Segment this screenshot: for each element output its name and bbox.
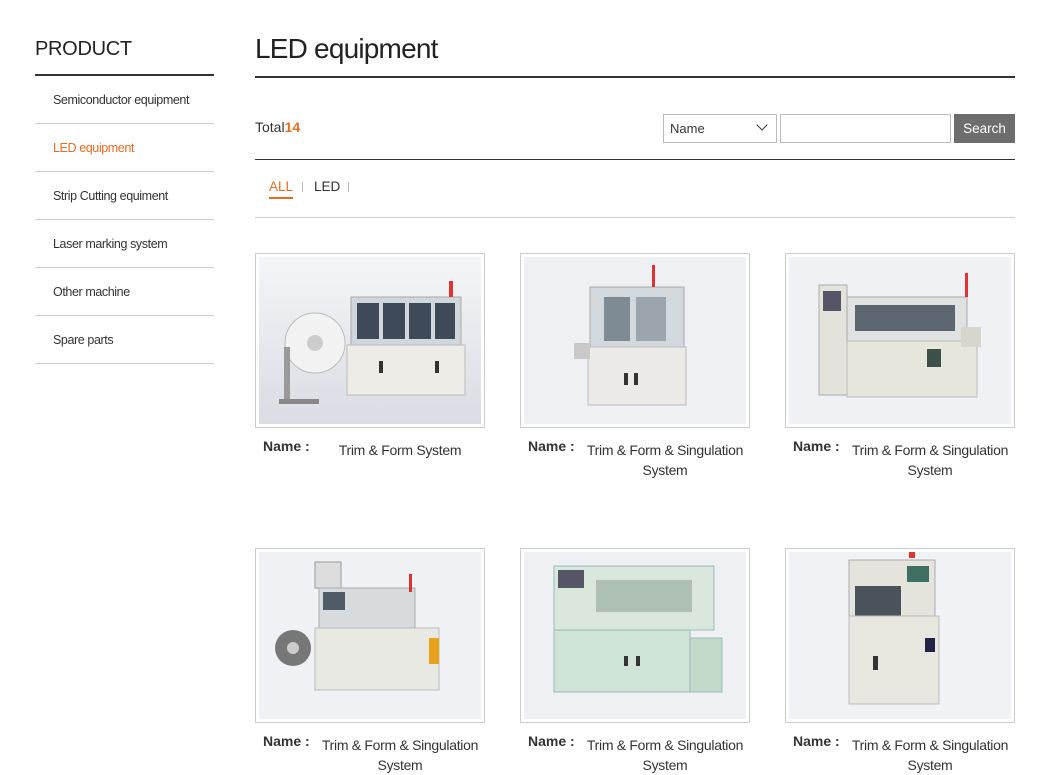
sidebar-item-other-machine[interactable]: Other machine (35, 268, 214, 316)
machine-photo (524, 257, 746, 424)
sidebar-item-spare-parts[interactable]: Spare parts (35, 316, 214, 364)
search-button[interactable]: Search (954, 114, 1015, 143)
machine-photo (524, 552, 746, 719)
product-name-label: Name : (528, 438, 575, 454)
product-caption: Name : Trim & Form & Singulation System (520, 733, 750, 773)
machine-photo (259, 257, 481, 424)
product-image[interactable] (255, 253, 485, 428)
product-image[interactable] (255, 548, 485, 723)
chevron-down-icon (756, 119, 768, 131)
machine-photo (259, 552, 481, 719)
sidebar: PRODUCT Semiconductor equipment LED equi… (35, 36, 214, 364)
tab-divider (348, 182, 349, 192)
product-name[interactable]: Trim & Form & Singulation System (845, 735, 1015, 775)
product-image[interactable] (520, 548, 750, 723)
list-toolbar: Total14 Name Search (255, 78, 1015, 160)
sidebar-item-led-equipment[interactable]: LED equipment (35, 124, 214, 172)
product-name-label: Name : (263, 438, 310, 454)
product-name[interactable]: Trim & Form & Singulation System (315, 735, 485, 775)
product-caption: Name : Trim & Form & Singulation System (785, 438, 1015, 478)
product-card[interactable]: Name : Trim & Form System (255, 253, 485, 478)
sidebar-item-strip-cutting-equipment[interactable]: Strip Cutting equiment (35, 172, 214, 220)
product-caption: Name : Trim & Form & Singulation System (520, 438, 750, 478)
category-tabs: ALL LED (255, 160, 1015, 218)
product-name[interactable]: Trim & Form System (315, 440, 485, 460)
search-input[interactable] (780, 114, 951, 143)
sidebar-item-laser-marking-system[interactable]: Laser marking system (35, 220, 214, 268)
product-name-label: Name : (528, 733, 575, 749)
product-image[interactable] (785, 253, 1015, 428)
search-field-value: Name (670, 121, 705, 136)
product-caption: Name : Trim & Form System (255, 438, 485, 478)
product-card[interactable]: Name : Trim & Form & Singulation System (520, 548, 750, 773)
search-field-select[interactable]: Name (663, 114, 777, 143)
product-name[interactable]: Trim & Form & Singulation System (580, 440, 750, 480)
sidebar-item-semiconductor-equipment[interactable]: Semiconductor equipment (35, 76, 214, 124)
main-content: LED equipment Total14 Name Search ALL LE… (255, 30, 1015, 218)
product-image[interactable] (520, 253, 750, 428)
machine-photo (789, 257, 1011, 424)
product-name[interactable]: Trim & Form & Singulation System (580, 735, 750, 775)
tab-led[interactable]: LED (314, 179, 340, 197)
tab-divider (302, 182, 303, 192)
sidebar-menu: Semiconductor equipment LED equipment St… (35, 76, 214, 364)
product-image[interactable] (785, 548, 1015, 723)
product-caption: Name : Trim & Form & Singulation System (255, 733, 485, 773)
product-card[interactable]: Name : Trim & Form & Singulation System (785, 253, 1015, 478)
page-title: LED equipment (255, 30, 1015, 78)
product-card[interactable]: Name : Trim & Form & Singulation System (520, 253, 750, 478)
product-card[interactable]: Name : Trim & Form & Singulation System (785, 548, 1015, 773)
product-name[interactable]: Trim & Form & Singulation System (845, 440, 1015, 480)
sidebar-title: PRODUCT (35, 36, 214, 76)
machine-photo (789, 552, 1011, 719)
tab-all[interactable]: ALL (269, 179, 294, 199)
product-name-label: Name : (793, 438, 840, 454)
total-number: 14 (284, 119, 301, 135)
total-label: Total (255, 119, 285, 135)
product-caption: Name : Trim & Form & Singulation System (785, 733, 1015, 773)
total-count: Total14 (255, 119, 300, 135)
product-name-label: Name : (263, 733, 310, 749)
product-name-label: Name : (793, 733, 840, 749)
product-card[interactable]: Name : Trim & Form & Singulation System (255, 548, 485, 773)
